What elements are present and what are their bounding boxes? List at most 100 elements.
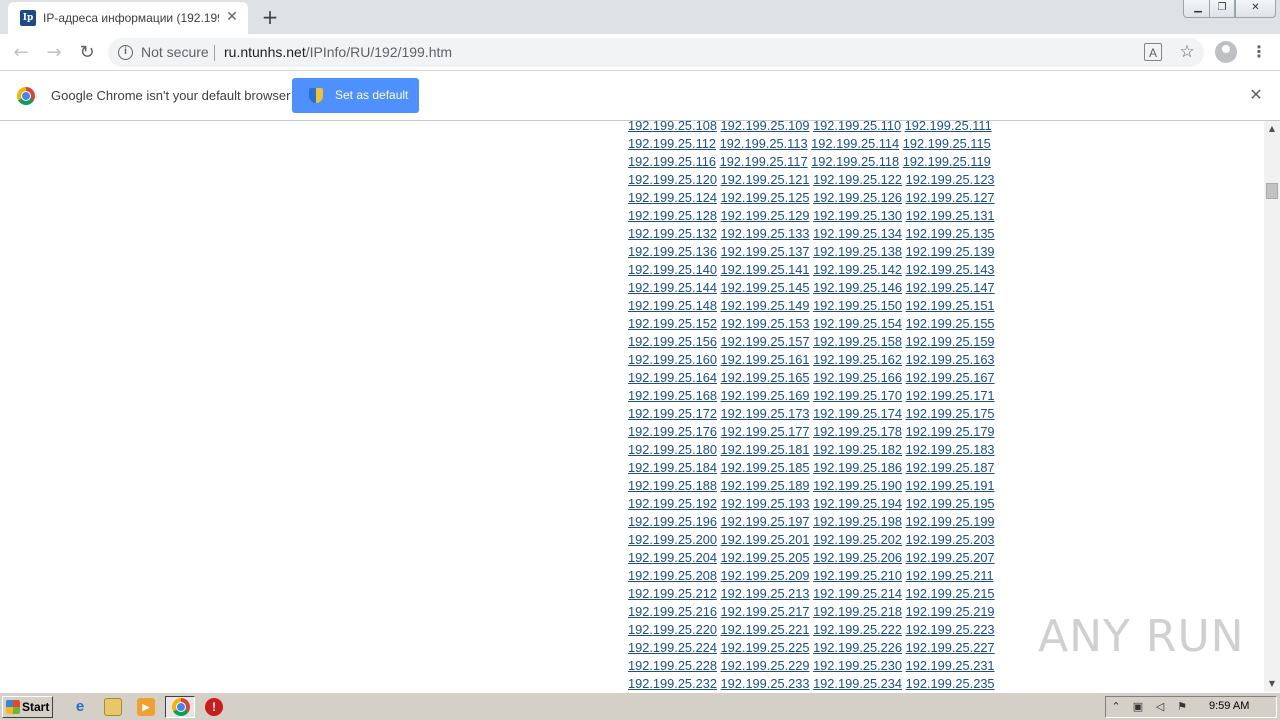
ip-link[interactable]: 192.199.25.136	[628, 244, 717, 259]
ip-link[interactable]: 192.199.25.123	[906, 172, 995, 187]
ip-link[interactable]: 192.199.25.118	[811, 154, 899, 169]
ip-link[interactable]: 192.199.25.229	[721, 658, 810, 673]
ip-link[interactable]: 192.199.25.148	[628, 298, 717, 313]
internet-explorer-icon[interactable]: e	[71, 698, 89, 716]
ip-link[interactable]: 192.199.25.212	[628, 586, 717, 601]
ip-link[interactable]: 192.199.25.165	[721, 370, 810, 385]
ip-link[interactable]: 192.199.25.143	[906, 262, 995, 277]
ip-link[interactable]: 192.199.25.125	[721, 190, 810, 205]
ip-link[interactable]: 192.199.25.198	[813, 514, 902, 529]
ip-link[interactable]: 192.199.25.162	[813, 352, 902, 367]
ip-link[interactable]: 192.199.25.227	[906, 640, 995, 655]
ip-link[interactable]: 192.199.25.179	[906, 424, 995, 439]
info-icon[interactable]: i	[118, 45, 133, 60]
ip-link[interactable]: 192.199.25.119	[903, 154, 991, 169]
ip-link[interactable]: 192.199.25.163	[906, 352, 995, 367]
ip-link[interactable]: 192.199.25.187	[906, 460, 995, 475]
ip-link[interactable]: 192.199.25.117	[720, 154, 808, 169]
ip-link[interactable]: 192.199.25.160	[628, 352, 717, 367]
ip-link[interactable]: 192.199.25.202	[813, 532, 902, 547]
antivirus-icon[interactable]: !	[205, 698, 223, 716]
ip-link[interactable]: 192.199.25.134	[813, 226, 902, 241]
ip-link[interactable]: 192.199.25.109	[721, 121, 810, 133]
ip-link[interactable]: 192.199.25.154	[813, 316, 902, 331]
ip-link[interactable]: 192.199.25.110	[813, 121, 901, 133]
ip-link[interactable]: 192.199.25.114	[811, 136, 899, 151]
ip-link[interactable]: 192.199.25.208	[628, 568, 717, 583]
ip-link[interactable]: 192.199.25.196	[628, 514, 717, 529]
ip-link[interactable]: 192.199.25.213	[721, 586, 810, 601]
ip-link[interactable]: 192.199.25.233	[721, 676, 810, 691]
ip-link[interactable]: 192.199.25.193	[721, 496, 810, 511]
ip-link[interactable]: 192.199.25.149	[721, 298, 810, 313]
ip-link[interactable]: 192.199.25.215	[906, 586, 995, 601]
scroll-up-icon[interactable]: ▲	[1264, 121, 1280, 137]
ip-link[interactable]: 192.199.25.211	[906, 568, 994, 583]
profile-avatar[interactable]	[1215, 41, 1237, 63]
ip-link[interactable]: 192.199.25.203	[906, 532, 995, 547]
ip-link[interactable]: 192.199.25.152	[628, 316, 717, 331]
ip-link[interactable]: 192.199.25.231	[906, 658, 995, 673]
ip-link[interactable]: 192.199.25.138	[813, 244, 902, 259]
ip-link[interactable]: 192.199.25.108	[628, 121, 717, 133]
ip-link[interactable]: 192.199.25.223	[906, 622, 995, 637]
set-default-button[interactable]: Set as default	[292, 78, 419, 113]
network-icon[interactable]: ▣	[1131, 700, 1145, 714]
ip-link[interactable]: 192.199.25.139	[906, 244, 995, 259]
ip-link[interactable]: 192.199.25.186	[813, 460, 902, 475]
infobar-close-icon[interactable]: ✕	[1246, 85, 1266, 105]
ip-link[interactable]: 192.199.25.185	[721, 460, 810, 475]
scroll-thumb[interactable]	[1266, 183, 1278, 199]
ip-link[interactable]: 192.199.25.111	[905, 121, 992, 133]
tab-close-icon[interactable]: ✕	[224, 9, 240, 25]
ip-link[interactable]: 192.199.25.132	[628, 226, 717, 241]
ip-link[interactable]: 192.199.25.195	[906, 496, 995, 511]
ip-link[interactable]: 192.199.25.178	[813, 424, 902, 439]
ip-link[interactable]: 192.199.25.168	[628, 388, 717, 403]
ip-link[interactable]: 192.199.25.224	[628, 640, 717, 655]
ip-link[interactable]: 192.199.25.133	[721, 226, 810, 241]
ip-link[interactable]: 192.199.25.230	[813, 658, 902, 673]
ip-link[interactable]: 192.199.25.184	[628, 460, 717, 475]
ip-link[interactable]: 192.199.25.142	[813, 262, 902, 277]
ip-link[interactable]: 192.199.25.171	[906, 388, 995, 403]
ip-link[interactable]: 192.199.25.200	[628, 532, 717, 547]
ip-link[interactable]: 192.199.25.144	[628, 280, 717, 295]
action-center-flag-icon[interactable]: ⚑	[1175, 700, 1189, 714]
ip-link[interactable]: 192.199.25.176	[628, 424, 717, 439]
ip-link[interactable]: 192.199.25.210	[813, 568, 902, 583]
ip-link[interactable]: 192.199.25.150	[813, 298, 902, 313]
ip-link[interactable]: 192.199.25.199	[906, 514, 995, 529]
ip-link[interactable]: 192.199.25.161	[721, 352, 810, 367]
ip-link[interactable]: 192.199.25.146	[813, 280, 902, 295]
ip-link[interactable]: 192.199.25.145	[721, 280, 810, 295]
ip-link[interactable]: 192.199.25.122	[813, 172, 902, 187]
ip-link[interactable]: 192.199.25.188	[628, 478, 717, 493]
ip-link[interactable]: 192.199.25.191	[906, 478, 995, 493]
ip-link[interactable]: 192.199.25.135	[906, 226, 995, 241]
ip-link[interactable]: 192.199.25.174	[813, 406, 902, 421]
ip-link[interactable]: 192.199.25.156	[628, 334, 717, 349]
file-explorer-icon[interactable]	[104, 698, 122, 716]
ip-link[interactable]: 192.199.25.169	[721, 388, 810, 403]
ip-link[interactable]: 192.199.25.173	[721, 406, 810, 421]
vertical-scrollbar[interactable]: ▲ ▼	[1264, 121, 1280, 692]
ip-link[interactable]: 192.199.25.153	[721, 316, 810, 331]
ip-link[interactable]: 192.199.25.127	[906, 190, 995, 205]
forward-icon[interactable]: →	[42, 41, 66, 65]
ip-link[interactable]: 192.199.25.129	[721, 208, 810, 223]
ip-link[interactable]: 192.199.25.164	[628, 370, 717, 385]
ip-link[interactable]: 192.199.25.194	[813, 496, 902, 511]
ip-link[interactable]: 192.199.25.225	[721, 640, 810, 655]
window-close-button[interactable]: ✕	[1235, 0, 1276, 18]
ip-link[interactable]: 192.199.25.197	[721, 514, 810, 529]
url-text[interactable]: ru.ntunhs.net/IPInfo/RU/192/199.htm	[224, 44, 452, 60]
ip-link[interactable]: 192.199.25.217	[721, 604, 810, 619]
ip-link[interactable]: 192.199.25.124	[628, 190, 717, 205]
ip-link[interactable]: 192.199.25.126	[813, 190, 902, 205]
ip-link[interactable]: 192.199.25.214	[813, 586, 902, 601]
ip-link[interactable]: 192.199.25.177	[721, 424, 810, 439]
security-label[interactable]: Not secure	[141, 44, 209, 60]
ip-link[interactable]: 192.199.25.192	[628, 496, 717, 511]
ip-link[interactable]: 192.199.25.157	[721, 334, 810, 349]
